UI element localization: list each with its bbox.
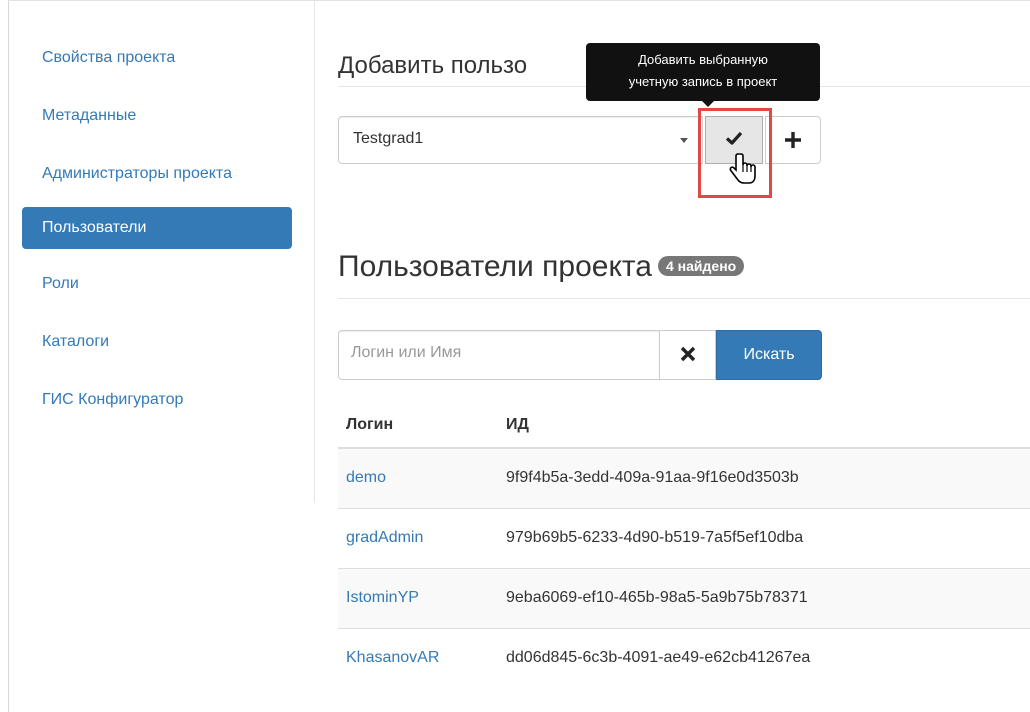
sidebar-divider xyxy=(314,0,315,503)
confirm-add-tooltip: Добавить выбранную учетную запись в прое… xyxy=(586,43,820,107)
plus-icon xyxy=(784,125,802,156)
user-id: 979b69b5-6233-4d90-b519-7a5f5ef10dba xyxy=(498,507,1030,568)
search-button[interactable]: Искать xyxy=(716,330,822,380)
user-id: dd06d845-6c3b-4091-ae49-e62cb41267ea xyxy=(498,627,1030,688)
add-user-title: Добавить пользо xyxy=(338,52,528,79)
table-row: KhasanovAR dd06d845-6c3b-4091-ae49-e62cb… xyxy=(338,627,1030,688)
x-icon xyxy=(680,342,696,368)
user-login-link[interactable]: KhasanovAR xyxy=(338,627,498,688)
tooltip-line-2: учетную запись в проект xyxy=(628,74,778,89)
sidebar-item-metadata[interactable]: Метаданные xyxy=(22,95,292,137)
window-border-left xyxy=(8,0,9,712)
project-users-divider xyxy=(338,298,1030,299)
hand-pointer-icon xyxy=(728,152,760,188)
sidebar-nav: Свойства проекта Метаданные Администрато… xyxy=(22,37,292,439)
column-header-id: ИД xyxy=(498,402,1030,449)
sidebar-item-project-properties[interactable]: Свойства проекта xyxy=(22,37,292,79)
sidebar-item-project-admins[interactable]: Администраторы проекта xyxy=(22,153,252,195)
window-border-top xyxy=(8,0,1030,1)
users-count-badge: 4 найдено xyxy=(658,256,745,276)
table-row: IstominYP 9eba6069-ef10-465b-98a5-5a9b75… xyxy=(338,567,1030,628)
add-new-button[interactable] xyxy=(765,116,821,164)
clear-search-button[interactable] xyxy=(659,330,716,380)
user-login-link[interactable]: IstominYP xyxy=(338,567,498,628)
column-header-login: Логин xyxy=(338,402,498,449)
chevron-down-icon xyxy=(680,138,688,143)
user-login-link[interactable]: demo xyxy=(338,447,498,508)
sidebar-item-roles[interactable]: Роли xyxy=(22,263,292,305)
user-id: 9eba6069-ef10-465b-98a5-5a9b75b78371 xyxy=(498,567,1030,628)
sidebar-item-users[interactable]: Пользователи xyxy=(22,207,292,249)
user-account-select-value: Testgrad1 xyxy=(353,130,424,147)
user-id: 9f9f4b5a-3edd-409a-91aa-9f16e0d3503b xyxy=(498,447,1030,508)
user-account-select[interactable]: Testgrad1 xyxy=(338,116,703,164)
project-users-title: Пользователи проекта 4 найдено xyxy=(338,250,745,284)
table-header-row: Логин ИД xyxy=(338,402,1030,449)
table-row: demo 9f9f4b5a-3edd-409a-91aa-9f16e0d3503… xyxy=(338,447,1030,508)
sidebar-item-catalogs[interactable]: Каталоги xyxy=(22,321,292,363)
sidebar-item-gis-configurator[interactable]: ГИС Конфигуратор xyxy=(22,379,292,421)
tooltip-line-1: Добавить выбранную xyxy=(638,52,768,67)
user-search-input[interactable]: Логин или Имя xyxy=(338,330,660,380)
user-login-link[interactable]: gradAdmin xyxy=(338,507,498,568)
users-table: Логин ИД demo 9f9f4b5a-3edd-409a-91aa-9f… xyxy=(338,402,1030,688)
table-row: gradAdmin 979b69b5-6233-4d90-b519-7a5f5e… xyxy=(338,507,1030,568)
